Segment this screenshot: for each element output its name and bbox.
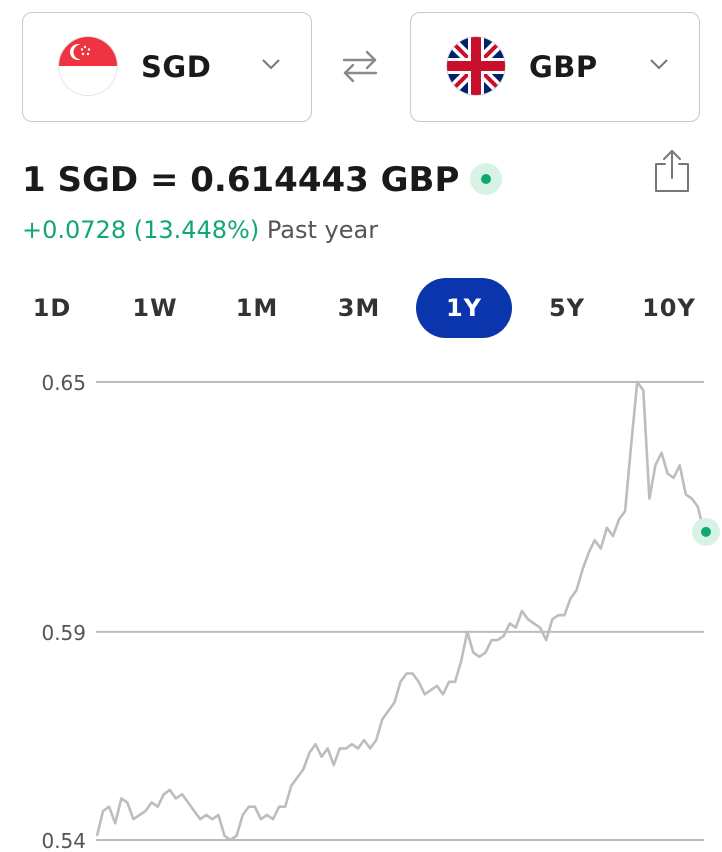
tab-10y[interactable]: 10Y <box>621 278 717 338</box>
swap-currencies-icon[interactable] <box>340 48 380 84</box>
live-indicator-icon <box>470 163 502 195</box>
change-value: +0.0728 (13.448%) <box>22 216 260 244</box>
to-currency-selector[interactable]: GBP <box>410 12 700 122</box>
tab-1d[interactable]: 1D <box>4 278 100 338</box>
from-currency-code: SGD <box>141 50 212 84</box>
chevron-down-icon <box>262 59 280 70</box>
rate-line <box>95 380 706 842</box>
y-tick-label: 0.54 <box>41 829 86 852</box>
current-point <box>701 526 711 537</box>
chevron-down-icon <box>650 59 668 70</box>
rate-change: +0.0728 (13.448%) Past year <box>22 214 378 246</box>
change-period: Past year <box>266 216 379 244</box>
tab-1y[interactable]: 1Y <box>416 278 512 338</box>
uk-flag-icon <box>447 37 505 95</box>
tab-3m[interactable]: 3M <box>311 278 407 338</box>
timeframe-tabs: 1D 1W 1M 3M 1Y 5Y 10Y <box>0 278 722 338</box>
tab-5y[interactable]: 5Y <box>519 278 615 338</box>
share-icon[interactable] <box>652 148 692 194</box>
y-tick-label: 0.65 <box>41 371 86 395</box>
exchange-rate: 1 SGD = 0.614443 GBP <box>22 160 460 200</box>
y-tick-label: 0.59 <box>41 621 86 645</box>
from-currency-selector[interactable]: SGD <box>22 12 312 122</box>
tab-1w[interactable]: 1W <box>107 278 203 338</box>
singapore-flag-icon <box>59 37 117 95</box>
rate-chart: 0.65 0.59 0.54 <box>41 371 720 852</box>
to-currency-code: GBP <box>529 50 598 84</box>
tab-1m[interactable]: 1M <box>209 278 305 338</box>
